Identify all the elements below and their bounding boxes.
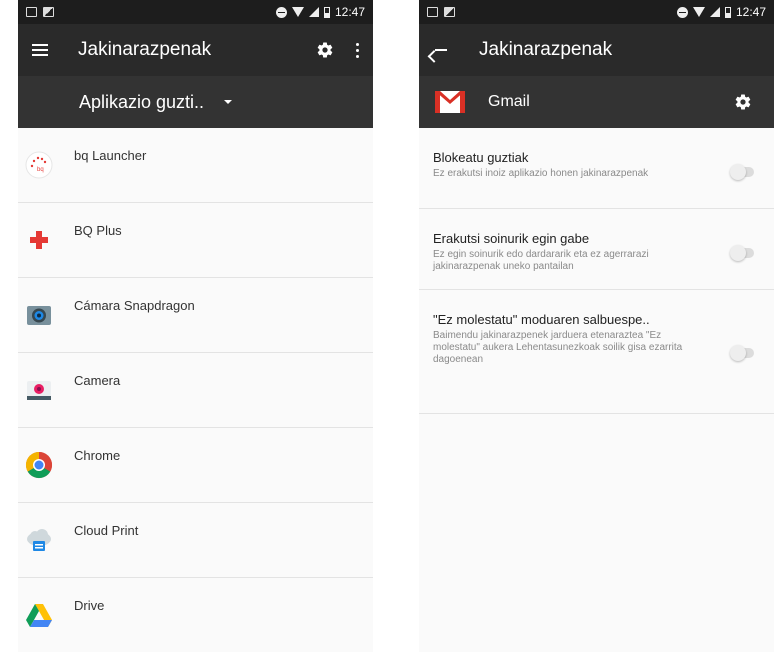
app-label: bq Launcher — [74, 148, 147, 163]
dnd-override-toggle[interactable] — [730, 345, 754, 361]
dropdown-caret-icon — [224, 100, 233, 104]
setting-title: "Ez molestatu" moduaren salbuespe.. — [433, 312, 650, 327]
setting-silent[interactable]: Erakutsi soinurik egin gabe Ez egin soin… — [419, 209, 774, 290]
chrome-icon — [24, 450, 54, 480]
app-name: Gmail — [488, 93, 530, 110]
svg-text:bq: bq — [37, 167, 44, 173]
camera-icon — [24, 375, 54, 405]
app-label: Cloud Print — [74, 523, 139, 538]
overflow-menu-icon[interactable] — [356, 42, 359, 58]
list-item[interactable]: Drive — [18, 578, 373, 652]
do-not-disturb-icon — [275, 6, 287, 18]
app-label: Chrome — [74, 448, 121, 463]
setting-description: Ez erakutsi inoiz aplikazio honen jakina… — [433, 168, 649, 179]
list-item[interactable]: bq bq Launcher — [18, 128, 373, 203]
battery-icon — [724, 6, 731, 18]
list-item[interactable]: Cámara Snapdragon — [18, 278, 373, 353]
status-bar: 12:47 — [419, 0, 774, 24]
signal-icon — [308, 7, 319, 17]
bq-plus-icon — [24, 225, 54, 255]
image-notification-icon — [43, 7, 54, 17]
app-header: Gmail — [419, 76, 774, 128]
app-label: Camera — [74, 373, 121, 388]
page-title: Jakinarazpenak — [479, 39, 613, 60]
menu-icon[interactable] — [32, 44, 48, 56]
bq-launcher-icon: bq — [24, 150, 54, 180]
app-notifications-list-screen: 12:47 Jakinarazpenak Aplikazio guzti.. b… — [18, 0, 373, 652]
notification-icon — [26, 7, 37, 17]
list-item[interactable]: Cloud Print — [18, 503, 373, 578]
status-bar: 12:47 — [18, 0, 373, 24]
list-item[interactable]: Camera — [18, 353, 373, 428]
app-list: bq bq Launcher BQ Plus Cámara Snapdragon… — [18, 128, 373, 652]
app-label: Drive — [74, 598, 105, 613]
cloud-print-icon — [24, 525, 54, 555]
list-item[interactable]: BQ Plus — [18, 203, 373, 278]
camera-snapdragon-icon — [24, 300, 54, 330]
toolbar: Jakinarazpenak — [18, 24, 373, 76]
setting-description: Baimendu jakinarazpenek jarduera etenara… — [433, 330, 683, 365]
setting-block-all[interactable]: Blokeatu guztiak Ez erakutsi inoiz aplik… — [419, 128, 774, 209]
signal-icon — [709, 7, 720, 17]
app-filter-dropdown[interactable]: Aplikazio guzti.. — [18, 76, 373, 128]
status-time: 12:47 — [735, 5, 766, 19]
notification-icon — [427, 7, 438, 17]
list-item[interactable]: Chrome — [18, 428, 373, 503]
app-label: BQ Plus — [74, 223, 122, 238]
toolbar: Jakinarazpenak — [419, 24, 774, 76]
image-notification-icon — [444, 7, 455, 17]
notification-settings-list: Blokeatu guztiak Ez erakutsi inoiz aplik… — [419, 128, 774, 414]
silent-toggle[interactable] — [730, 245, 754, 261]
back-arrow-icon[interactable] — [433, 44, 447, 56]
settings-gear-icon[interactable] — [316, 41, 334, 59]
wifi-icon — [291, 7, 304, 17]
battery-icon — [323, 6, 330, 18]
app-label: Cámara Snapdragon — [74, 298, 195, 313]
app-notification-settings-screen: 12:47 Jakinarazpenak Gmail Blokeatu guzt… — [419, 0, 774, 652]
wifi-icon — [692, 7, 705, 17]
app-settings-gear-icon[interactable] — [734, 93, 752, 111]
app-filter-label: Aplikazio guzti.. — [79, 91, 205, 112]
block-all-toggle[interactable] — [730, 164, 754, 180]
gmail-icon — [435, 91, 465, 113]
page-title: Jakinarazpenak — [78, 39, 212, 60]
setting-title: Erakutsi soinurik egin gabe — [433, 231, 590, 246]
setting-description: Ez egin soinurik edo dardararik eta ez a… — [433, 249, 649, 272]
do-not-disturb-icon — [676, 6, 688, 18]
status-time: 12:47 — [334, 5, 365, 19]
drive-icon — [24, 600, 54, 630]
setting-dnd-override[interactable]: "Ez molestatu" moduaren salbuespe.. Baim… — [419, 290, 774, 414]
setting-title: Blokeatu guztiak — [433, 150, 529, 165]
